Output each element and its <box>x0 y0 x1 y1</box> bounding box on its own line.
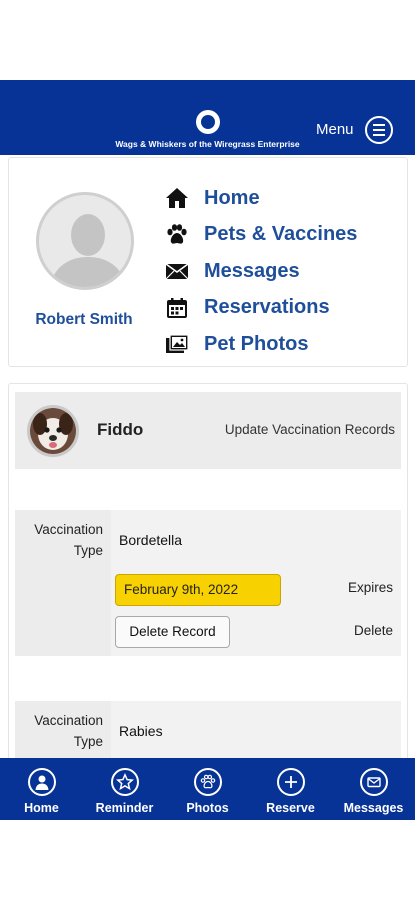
logo-icon <box>195 110 220 134</box>
tab-messages[interactable]: Messages <box>332 758 415 820</box>
tab-label-messages: Messages <box>343 801 404 815</box>
nav-label-pet-photos: Pet Photos <box>204 332 309 355</box>
brand-logo[interactable]: Wags & Whiskers of the Wiregrass Enterpr… <box>100 110 315 149</box>
app-screen: Wags & Whiskers of the Wiregrass Enterpr… <box>0 0 415 900</box>
envelope-icon <box>164 259 190 283</box>
delete-label: Delete <box>353 623 393 638</box>
photos-icon <box>164 332 190 356</box>
paw-icon <box>193 768 222 796</box>
tab-home[interactable]: Home <box>0 758 83 820</box>
bottom-tab-bar: Home Reminder Photos Reserve Messages <box>0 758 415 820</box>
hamburger-menu-icon[interactable] <box>365 116 393 144</box>
nav-label-home: Home <box>204 186 260 209</box>
nav-list: Home Pets & Vaccines Messages Reservatio… <box>164 180 357 363</box>
dog-photo-icon <box>30 408 76 454</box>
delete-record-button[interactable]: Delete Record <box>115 616 230 648</box>
avatar[interactable] <box>36 192 134 290</box>
profile-nav-card: Robert Smith Home Pets & Vaccines Messag… <box>8 157 408 367</box>
vaccination-record: Vaccination Type Rabies <box>15 701 401 762</box>
expires-date-field[interactable]: February 9th, 2022 <box>115 574 281 606</box>
vaccination-card: Fiddo Update Vaccination Records Vaccina… <box>8 383 408 763</box>
tab-label-photos: Photos <box>186 801 229 815</box>
tab-label-reserve: Reserve <box>266 801 315 815</box>
nav-item-pet-photos[interactable]: Pet Photos <box>164 326 357 363</box>
person-silhouette-icon <box>49 214 127 287</box>
update-vaccination-link[interactable]: Update Vaccination Records <box>225 422 395 437</box>
nav-label-pets-vaccines: Pets & Vaccines <box>204 223 358 246</box>
plus-icon <box>276 768 305 796</box>
tab-label-reminder: Reminder <box>95 801 154 815</box>
nav-label-messages: Messages <box>204 259 300 282</box>
nav-item-home[interactable]: Home <box>164 180 357 217</box>
star-icon <box>110 768 139 796</box>
tab-reminder[interactable]: Reminder <box>83 758 166 820</box>
pet-header: Fiddo Update Vaccination Records <box>15 392 401 469</box>
tab-reserve[interactable]: Reserve <box>249 758 332 820</box>
nav-item-pets-vaccines[interactable]: Pets & Vaccines <box>164 217 357 254</box>
expires-label: Expires <box>347 580 393 595</box>
nav-item-reservations[interactable]: Reservations <box>164 290 357 327</box>
vaccination-type-label: Vaccination Type <box>34 713 103 749</box>
tab-label-home: Home <box>24 801 59 815</box>
envelope-icon <box>359 768 388 796</box>
person-icon <box>27 768 56 796</box>
nav-item-messages[interactable]: Messages <box>164 253 357 290</box>
vaccination-type-label: Vaccination Type <box>34 522 103 558</box>
nav-label-reservations: Reservations <box>204 296 330 319</box>
tab-photos[interactable]: Photos <box>166 758 249 820</box>
vaccination-record: Vaccination Type Bordetella Expires Febr… <box>15 510 401 656</box>
pet-photo[interactable] <box>27 405 79 457</box>
calendar-icon <box>164 296 190 320</box>
home-icon <box>164 186 190 210</box>
pet-name: Fiddo <box>97 420 144 439</box>
vaccination-type-value: Bordetella <box>119 532 183 548</box>
paw-icon <box>164 223 190 247</box>
vaccination-type-value: Rabies <box>119 723 163 739</box>
user-name[interactable]: Robert Smith <box>9 311 159 329</box>
logo-text: Wags & Whiskers of the Wiregrass Enterpr… <box>115 139 300 149</box>
top-bar: Wags & Whiskers of the Wiregrass Enterpr… <box>0 80 415 155</box>
menu-label[interactable]: Menu <box>316 121 354 138</box>
